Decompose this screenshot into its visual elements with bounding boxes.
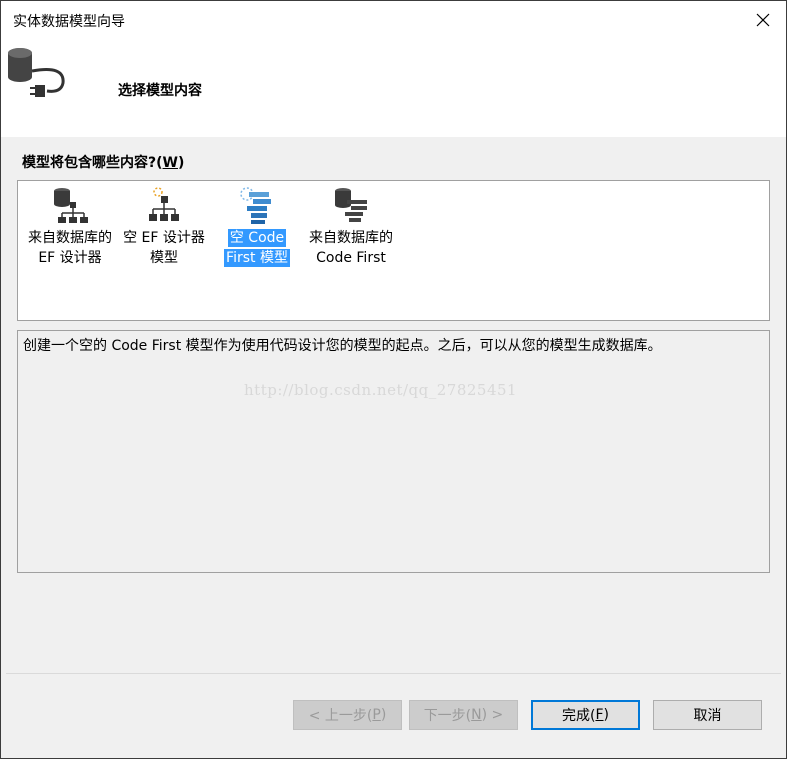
close-icon (756, 13, 770, 27)
option-empty-code-first-model[interactable]: 空 Code First 模型 (209, 181, 305, 271)
watermark-text: http://blog.csdn.net/qq_27825451 (244, 381, 518, 399)
database-connect-icon (8, 48, 65, 97)
description-panel: 创建一个空的 Code First 模型作为使用代码设计您的模型的起点。之后，可… (17, 330, 770, 573)
db-hierarchy-icon (54, 188, 88, 223)
description-text: 创建一个空的 Code First 模型作为使用代码设计您的模型的起点。之后，可… (23, 338, 662, 354)
db-code-icon (335, 188, 367, 222)
option-empty-ef-designer-model[interactable]: 空 EF 设计器 模型 (116, 181, 212, 271)
option-label: 空 EF 设计器 模型 (123, 230, 205, 266)
code-first-icon (240, 187, 271, 224)
previous-button[interactable]: < 上一步(P) (293, 700, 402, 730)
cancel-button[interactable]: 取消 (653, 700, 762, 730)
footer-divider (6, 673, 781, 674)
window-title: 实体数据模型向导 (13, 14, 125, 30)
wizard-header: 选择模型内容 (1, 39, 786, 137)
entity-data-model-wizard: 实体数据模型向导 选择模型内容 模型将包含哪些内容?(W) 来自数据库的 EF … (0, 0, 787, 759)
option-label: 空 Code First 模型 (224, 229, 290, 267)
empty-hierarchy-icon (149, 187, 179, 221)
option-label: 来自数据库的 Code First (309, 230, 393, 266)
model-content-list[interactable]: 来自数据库的 EF 设计器 空 EF 设计器 模型 空 Code First 模型 (17, 180, 770, 321)
option-label: 来自数据库的 EF 设计器 (28, 230, 112, 266)
option-code-first-from-database[interactable]: 来自数据库的 Code First (303, 181, 399, 271)
title-bar: 实体数据模型向导 (1, 1, 786, 39)
page-title: 选择模型内容 (118, 83, 202, 99)
option-ef-designer-from-database[interactable]: 来自数据库的 EF 设计器 (22, 181, 118, 271)
next-button[interactable]: 下一步(N) > (409, 700, 518, 730)
close-button[interactable] (740, 1, 786, 39)
finish-button[interactable]: 完成(F) (531, 700, 640, 730)
model-contents-label: 模型将包含哪些内容?(W) (22, 155, 185, 171)
